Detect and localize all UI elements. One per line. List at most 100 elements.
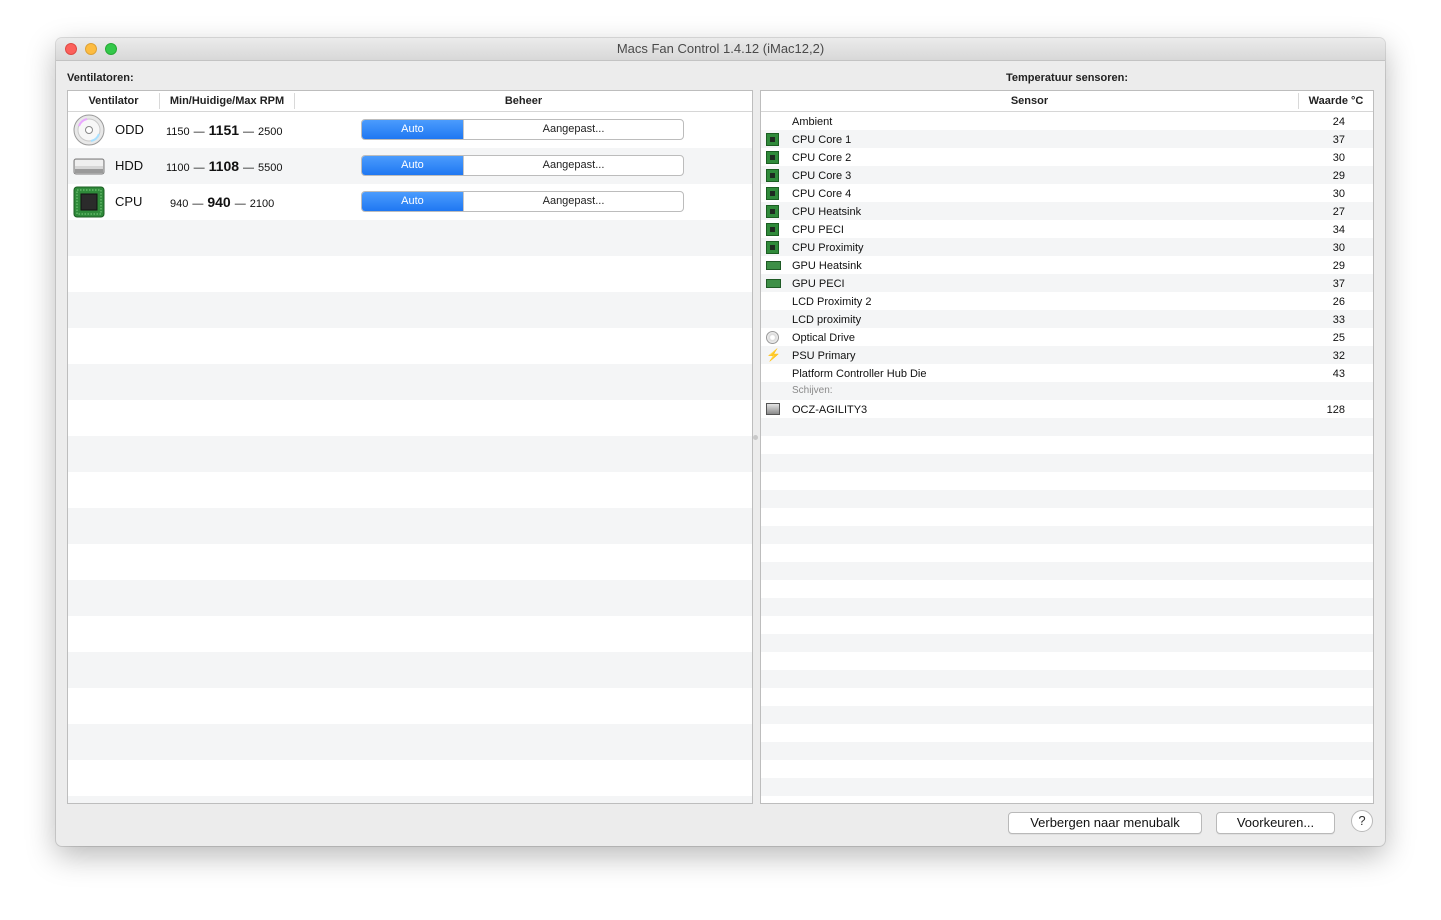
cpu-chip-icon	[766, 241, 782, 255]
fan-row-hdd[interactable]: HDD 1100—1108—5500 Auto Aangepast...	[68, 148, 752, 184]
fan-rpm-min: 1150	[166, 126, 190, 138]
fan-rpm: 1100—1108—5500	[166, 158, 283, 174]
sensor-value: 30	[1332, 152, 1345, 164]
column-header-rpm[interactable]: Min/Huidige/Max RPM	[160, 95, 294, 107]
fan-rpm-current: 940	[207, 194, 231, 210]
hide-to-menubar-button[interactable]: Verbergen naar menubalk	[1008, 812, 1202, 834]
column-header-value[interactable]: Waarde °C	[1299, 95, 1373, 107]
hard-drive-icon	[73, 150, 105, 182]
sensor-row[interactable]: Ambient 24	[761, 113, 1373, 131]
sensor-value: 128	[1326, 404, 1345, 416]
sensor-value: 43	[1332, 368, 1345, 380]
title-bar: Macs Fan Control 1.4.12 (iMac12,2)	[56, 38, 1385, 61]
fan-control-segmented: Auto Aangepast...	[361, 155, 684, 176]
sensor-name: GPU Heatsink	[792, 260, 862, 272]
gpu-card-icon	[766, 277, 782, 291]
cpu-chip-icon	[766, 151, 782, 165]
cpu-chip-icon	[766, 205, 782, 219]
sensor-value: 37	[1332, 134, 1345, 146]
sensor-value: 25	[1332, 332, 1345, 344]
sensor-row[interactable]: CPU PECI 34	[761, 221, 1373, 239]
fan-row-cpu[interactable]: CPU 940—940—2100 Auto Aangepast...	[68, 184, 752, 220]
sensor-name: CPU Proximity	[792, 242, 864, 254]
fan-name: CPU	[115, 194, 143, 209]
cpu-chip-icon	[73, 186, 105, 218]
sensor-name: Ambient	[792, 116, 833, 128]
sensor-row[interactable]: CPU Heatsink 27	[761, 203, 1373, 221]
column-header-sensor[interactable]: Sensor	[761, 95, 1298, 107]
cpu-chip-icon	[766, 169, 782, 183]
fans-table-header: Ventilator Min/Huidige/Max RPM Beheer	[68, 91, 752, 112]
sensor-name: Optical Drive	[792, 332, 855, 344]
auto-button[interactable]: Auto	[362, 120, 463, 139]
cpu-chip-icon	[766, 223, 782, 237]
sensor-group-header: Schijven:	[761, 382, 1373, 400]
sensor-value: 33	[1332, 314, 1345, 326]
sensor-row[interactable]: GPU Heatsink 29	[761, 257, 1373, 275]
fan-rpm-max: 5500	[258, 162, 283, 174]
fan-rpm-max: 2500	[258, 126, 283, 138]
sensor-value: 32	[1332, 350, 1345, 362]
sensor-name: CPU Core 4	[792, 188, 852, 200]
sensor-value: 30	[1332, 242, 1345, 254]
custom-button[interactable]: Aangepast...	[463, 192, 683, 211]
sensor-name: CPU Core 2	[792, 152, 852, 164]
optical-drive-icon	[766, 331, 782, 345]
sensor-row[interactable]: CPU Core 3 29	[761, 167, 1373, 185]
sensor-row[interactable]: GPU PECI 37	[761, 275, 1373, 293]
custom-button[interactable]: Aangepast...	[463, 120, 683, 139]
fan-control-segmented: Auto Aangepast...	[361, 191, 684, 212]
sensor-name: LCD Proximity 2	[792, 296, 872, 308]
fans-table: Ventilator Min/Huidige/Max RPM Beheer OD…	[67, 90, 753, 804]
sensor-row[interactable]: LCD proximity 33	[761, 311, 1373, 329]
fan-name: ODD	[115, 122, 144, 137]
app-window: Macs Fan Control 1.4.12 (iMac12,2) Venti…	[56, 38, 1385, 846]
sensor-value: 37	[1332, 278, 1345, 290]
sensor-name: PSU Primary	[792, 350, 856, 362]
fan-control-segmented: Auto Aangepast...	[361, 119, 684, 140]
sensor-name: OCZ-AGILITY3	[792, 404, 868, 416]
sensor-row[interactable]: LCD Proximity 2 26	[761, 293, 1373, 311]
fan-rpm-min: 1100	[166, 162, 190, 174]
sensor-name: CPU Core 1	[792, 134, 852, 146]
fan-rpm: 1150—1151—2500	[166, 122, 283, 138]
fan-name: HDD	[115, 158, 144, 173]
sensor-value: 29	[1332, 170, 1345, 182]
column-header-control[interactable]: Beheer	[295, 95, 752, 107]
sensor-row[interactable]: ⚡ PSU Primary 32	[761, 347, 1373, 365]
sensor-value: 29	[1332, 260, 1345, 272]
optical-drive-icon	[73, 114, 105, 146]
sensor-value: 27	[1332, 206, 1345, 218]
auto-button[interactable]: Auto	[362, 192, 463, 211]
fan-rpm-current: 1151	[208, 122, 240, 138]
sensor-row[interactable]: OCZ-AGILITY3 128	[761, 401, 1373, 419]
auto-button[interactable]: Auto	[362, 156, 463, 175]
sensor-value: 34	[1332, 224, 1345, 236]
fans-section-label: Ventilatoren:	[67, 72, 134, 84]
fan-row-odd[interactable]: ODD 1150—1151—2500 Auto Aangepast...	[68, 112, 752, 148]
sensor-row[interactable]: CPU Core 4 30	[761, 185, 1373, 203]
fan-rpm-current: 1108	[208, 158, 240, 174]
sensors-table-header: Sensor Waarde °C	[761, 91, 1373, 112]
sensor-row[interactable]: CPU Core 2 30	[761, 149, 1373, 167]
sensor-name: Platform Controller Hub Die	[792, 368, 927, 380]
window-title: Macs Fan Control 1.4.12 (iMac12,2)	[616, 41, 825, 56]
sensors-section-label: Temperatuur sensoren:	[1006, 72, 1129, 84]
sensor-name: LCD proximity	[792, 314, 862, 326]
sensor-row[interactable]: Optical Drive 25	[761, 329, 1373, 347]
cpu-chip-icon	[766, 187, 782, 201]
sensor-value: 24	[1332, 116, 1345, 128]
sensor-row[interactable]: Platform Controller Hub Die 43	[761, 365, 1373, 383]
group-label: Schijven:	[792, 385, 833, 396]
help-button[interactable]: ?	[1351, 810, 1373, 832]
preferences-button[interactable]: Voorkeuren...	[1216, 812, 1335, 834]
sensor-row[interactable]: CPU Core 1 37	[761, 131, 1373, 149]
sensor-name: CPU PECI	[792, 224, 844, 236]
sensor-value: 30	[1332, 188, 1345, 200]
sensor-row[interactable]: CPU Proximity 30	[761, 239, 1373, 257]
fan-rpm: 940—940—2100	[170, 194, 275, 210]
sensor-name: CPU Core 3	[792, 170, 852, 182]
column-header-fan[interactable]: Ventilator	[68, 95, 159, 107]
custom-button[interactable]: Aangepast...	[463, 156, 683, 175]
split-view-divider[interactable]	[753, 435, 758, 440]
